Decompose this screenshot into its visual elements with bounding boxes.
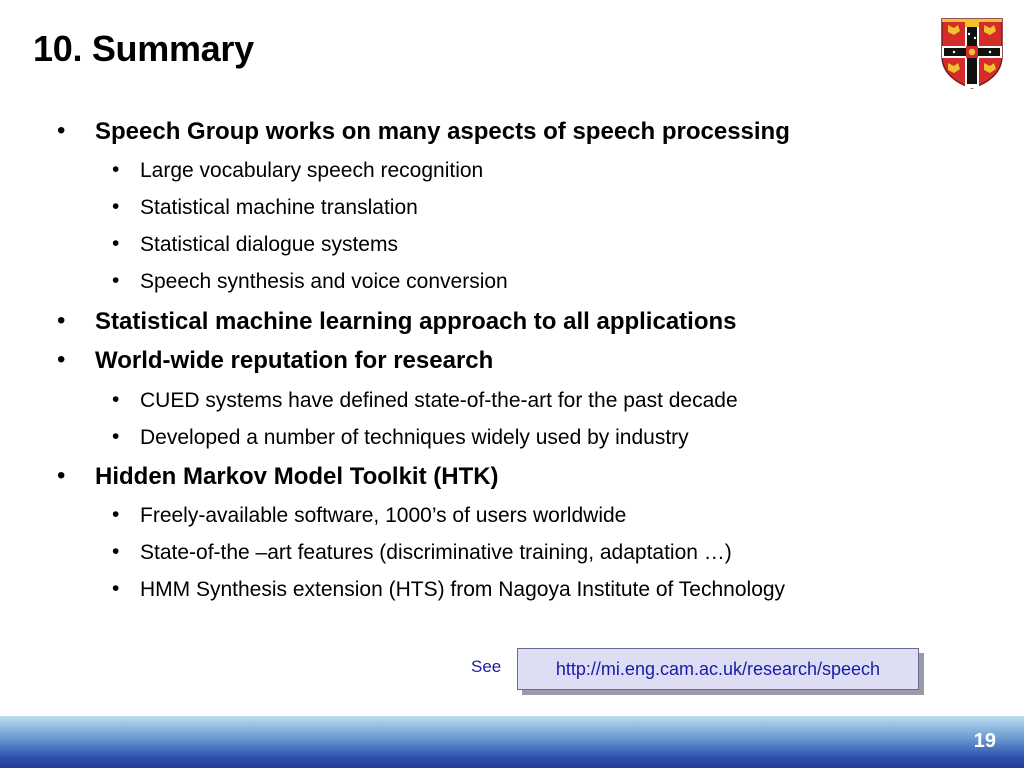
sub-bullet-text: HMM Synthesis extension (HTS) from Nagoy… bbox=[140, 578, 786, 601]
footer-bar: 19 bbox=[0, 716, 1024, 768]
bullet-glyph: • bbox=[112, 540, 120, 563]
bullet-glyph: • bbox=[57, 346, 66, 373]
bullet-glyph: • bbox=[112, 425, 120, 448]
bullet-text: Statistical machine learning approach to… bbox=[95, 308, 737, 335]
bullet-text: Hidden Markov Model Toolkit (HTK) bbox=[95, 463, 499, 490]
university-coat-of-arms-icon bbox=[941, 18, 1003, 89]
sub-bullet-text: Large vocabulary speech recognition bbox=[140, 159, 484, 182]
bullet-text: Speech Group works on many aspects of sp… bbox=[95, 118, 790, 145]
sub-bullet-text: Statistical machine translation bbox=[140, 196, 418, 219]
bullet-glyph: • bbox=[57, 307, 66, 334]
bullet-glyph: • bbox=[57, 462, 66, 489]
slide-title: 10. Summary bbox=[33, 28, 254, 69]
sub-bullet-text: Freely-available software, 1000’s of use… bbox=[140, 504, 627, 527]
bullet-glyph: • bbox=[112, 232, 120, 255]
bullet-glyph: • bbox=[112, 577, 120, 600]
bullet-glyph: • bbox=[112, 195, 120, 218]
bullet-glyph: • bbox=[112, 269, 120, 292]
sub-bullet-text: State-of-the –art features (discriminati… bbox=[140, 541, 732, 564]
research-link[interactable]: http://mi.eng.cam.ac.uk/research/speech bbox=[517, 648, 919, 690]
sub-bullet-text: Developed a number of techniques widely … bbox=[140, 426, 689, 449]
bullet-glyph: • bbox=[112, 158, 120, 181]
bullet-text: World-wide reputation for research bbox=[95, 347, 494, 374]
sub-bullet-text: Speech synthesis and voice conversion bbox=[140, 270, 508, 293]
see-label: See bbox=[471, 657, 502, 676]
sub-bullet-text: Statistical dialogue systems bbox=[140, 233, 398, 256]
bullet-glyph: • bbox=[57, 117, 66, 144]
sub-bullet-text: CUED systems have defined state-of-the-a… bbox=[140, 389, 738, 412]
bullet-glyph: • bbox=[112, 503, 120, 526]
bullet-glyph: • bbox=[112, 388, 120, 411]
page-number: 19 bbox=[973, 730, 996, 752]
